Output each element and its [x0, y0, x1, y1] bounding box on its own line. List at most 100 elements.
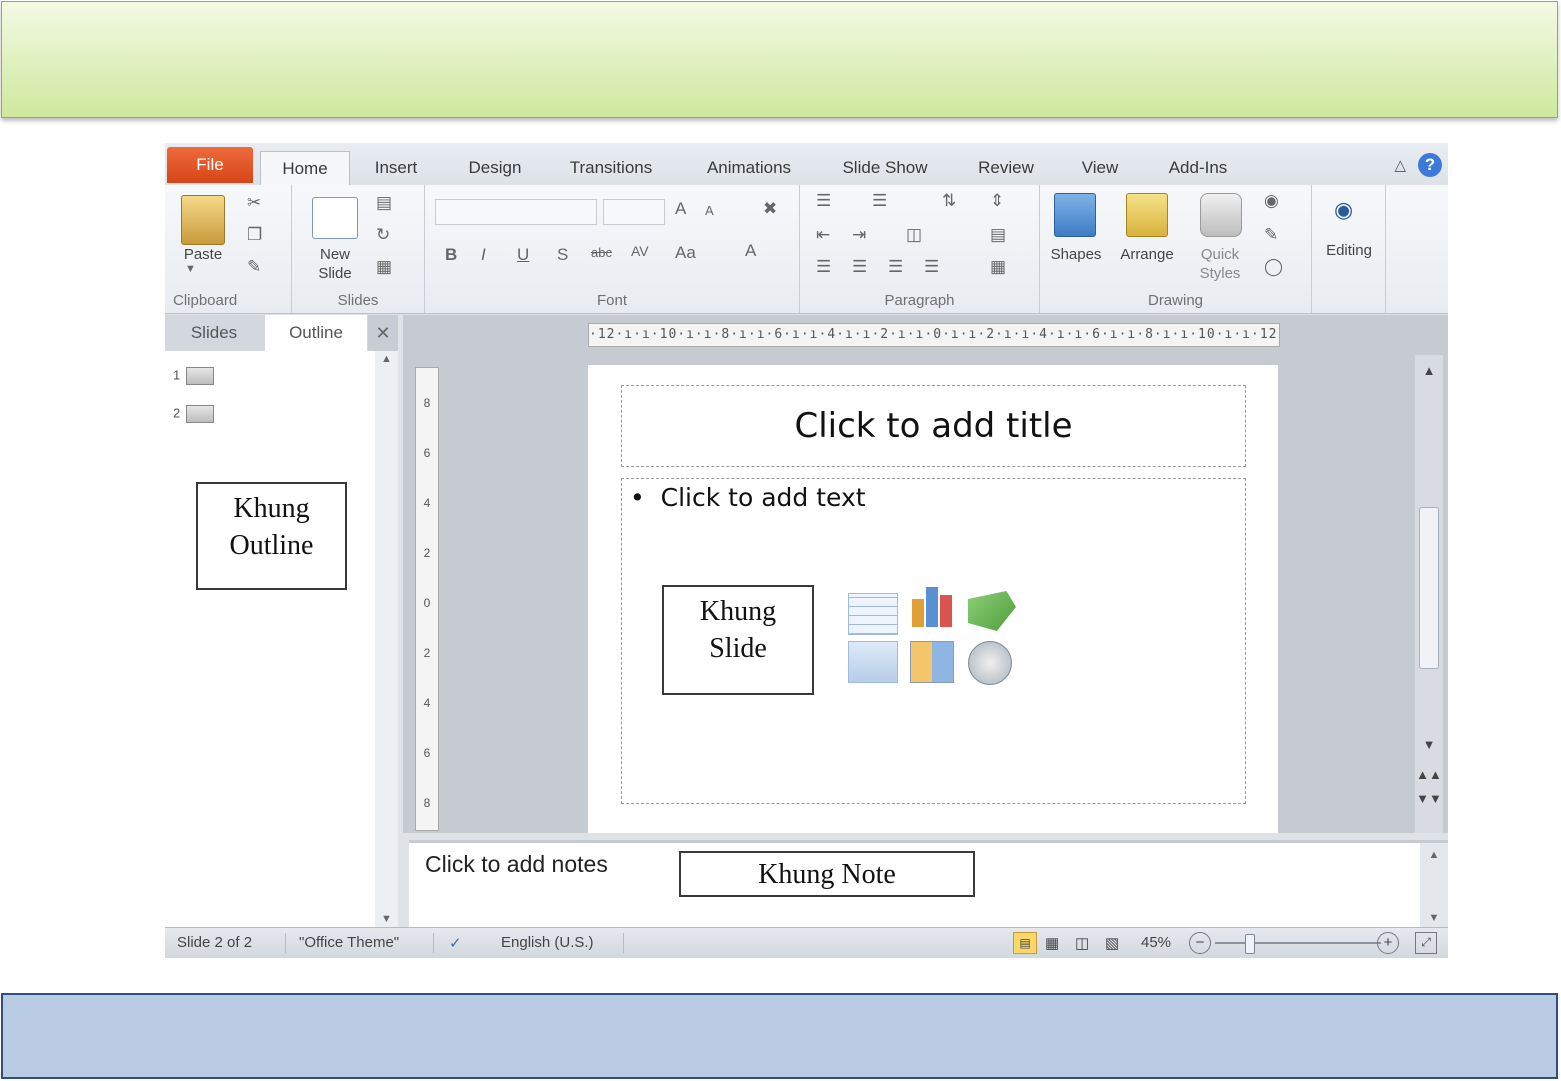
left-pane-scrollbar[interactable]: ▲ ▼ — [375, 351, 398, 927]
reset-icon[interactable]: ↻ — [376, 225, 390, 245]
tab-home[interactable]: Home — [260, 151, 350, 185]
reading-view-icon[interactable]: ◫ — [1075, 934, 1089, 952]
shapes-button[interactable]: Shapes — [1044, 245, 1108, 264]
insert-table-icon[interactable] — [848, 593, 898, 635]
increase-indent-icon[interactable]: ⇥ — [852, 225, 866, 245]
scroll-up-icon[interactable]: ▲ — [1420, 849, 1448, 861]
scroll-down-icon[interactable]: ▼ — [375, 913, 398, 925]
slide-canvas[interactable]: Click to add title • Click to add text K… — [588, 365, 1278, 833]
slide-sorter-icon[interactable]: ▦ — [1045, 934, 1059, 952]
next-slide-icon[interactable]: ▼▼ — [1415, 791, 1443, 806]
arrange-icon[interactable] — [1126, 193, 1168, 237]
shape-effects-icon[interactable]: ◯ — [1264, 257, 1283, 277]
italic-button[interactable]: I — [481, 245, 486, 265]
tab-review[interactable]: Review — [971, 151, 1041, 185]
notes-placeholder[interactable]: Click to add notes — [425, 851, 608, 878]
align-left-icon[interactable]: ☰ — [816, 257, 831, 277]
tab-file[interactable]: File — [167, 147, 253, 183]
cut-icon[interactable]: ✂ — [247, 193, 261, 213]
new-slide-icon[interactable] — [312, 197, 358, 239]
normal-view-icon[interactable]: ▤ — [1013, 932, 1037, 954]
line-spacing-icon[interactable]: ⇅ — [942, 191, 956, 211]
spell-check-icon[interactable]: ✓ — [449, 934, 462, 952]
editing-button[interactable]: Editing — [1316, 241, 1382, 260]
tab-view[interactable]: View — [1071, 151, 1129, 185]
new-slide-button-line2[interactable]: Slide — [304, 264, 366, 283]
tab-outline-pane[interactable]: Outline — [265, 315, 367, 351]
underline-button[interactable]: U — [517, 245, 529, 265]
notes-scrollbar[interactable]: ▲ ▼ — [1420, 843, 1448, 928]
paste-dropdown-icon[interactable]: ▼ — [185, 263, 196, 275]
smartart-icon[interactable]: ▦ — [990, 257, 1006, 277]
tab-insert[interactable]: Insert — [360, 151, 432, 185]
new-slide-button-line1[interactable]: New — [304, 245, 366, 264]
shape-outline-icon[interactable]: ✎ — [1264, 225, 1278, 245]
copy-icon[interactable]: ❐ — [247, 225, 262, 245]
insert-chart-icon[interactable] — [910, 587, 958, 627]
tab-animations[interactable]: Animations — [693, 151, 805, 185]
minimize-ribbon-icon[interactable]: △ — [1394, 156, 1406, 174]
tab-slides-pane[interactable]: Slides — [165, 315, 263, 351]
align-text-icon[interactable]: ▤ — [990, 225, 1006, 245]
insert-clipart-icon[interactable] — [910, 641, 954, 683]
decrease-indent-icon[interactable]: ⇤ — [816, 225, 830, 245]
font-name-combobox[interactable] — [435, 199, 597, 225]
scroll-thumb[interactable] — [1419, 507, 1439, 669]
strikethrough-button[interactable]: abc — [591, 245, 612, 260]
language-status[interactable]: English (U.S.) — [501, 934, 594, 951]
arrange-button[interactable]: Arrange — [1112, 245, 1182, 264]
numbering-icon[interactable]: ☰ — [872, 191, 887, 211]
tab-slide-show[interactable]: Slide Show — [833, 151, 937, 185]
insert-picture-icon[interactable] — [848, 641, 898, 683]
section-icon[interactable]: ▦ — [376, 257, 392, 277]
slide-show-icon[interactable]: ▧ — [1105, 934, 1119, 952]
binoculars-icon[interactable]: ◉ — [1334, 197, 1353, 223]
font-color-button[interactable]: A — [745, 241, 756, 261]
previous-slide-icon[interactable]: ▲▲ — [1415, 767, 1443, 782]
outline-item[interactable]: 2 — [173, 405, 214, 423]
quick-styles-icon[interactable] — [1200, 193, 1242, 237]
format-painter-icon[interactable]: ✎ — [247, 257, 261, 277]
insert-media-icon[interactable] — [968, 641, 1012, 685]
zoom-in-icon[interactable]: + — [1377, 932, 1399, 954]
scroll-up-icon[interactable]: ▲ — [1415, 363, 1443, 378]
slide-vertical-scrollbar[interactable]: ▲ ▼ ▲▲ ▼▼ — [1415, 355, 1443, 833]
scroll-down-icon[interactable]: ▼ — [1415, 737, 1443, 752]
grow-font-button[interactable]: A — [675, 199, 686, 219]
outline-item[interactable]: 1 — [173, 367, 214, 385]
character-spacing-button[interactable]: AV — [631, 243, 649, 259]
shape-fill-icon[interactable]: ◉ — [1264, 191, 1279, 211]
columns-icon[interactable]: ◫ — [906, 225, 922, 245]
justify-icon[interactable]: ☰ — [924, 257, 939, 277]
bullets-icon[interactable]: ☰ — [816, 191, 831, 211]
font-size-combobox[interactable] — [603, 199, 665, 225]
title-placeholder[interactable]: Click to add title — [621, 385, 1246, 467]
text-direction-icon[interactable]: ⇕ — [990, 191, 1004, 211]
clear-format-icon[interactable]: ✖ — [763, 199, 777, 219]
scroll-up-icon[interactable]: ▲ — [375, 353, 398, 365]
insert-smartart-icon[interactable] — [968, 591, 1016, 631]
paste-button[interactable]: Paste — [173, 245, 233, 264]
bold-button[interactable]: B — [445, 245, 457, 265]
shapes-icon[interactable] — [1054, 193, 1096, 237]
fit-to-window-icon[interactable]: ⤢ — [1415, 932, 1437, 954]
shrink-font-button[interactable]: A — [705, 203, 714, 218]
tab-design[interactable]: Design — [455, 151, 535, 185]
paste-icon[interactable] — [181, 195, 225, 245]
zoom-slider[interactable] — [1215, 942, 1381, 944]
align-right-icon[interactable]: ☰ — [888, 257, 903, 277]
quick-styles-line2[interactable]: Styles — [1190, 264, 1250, 283]
align-center-icon[interactable]: ☰ — [852, 257, 867, 277]
scroll-down-icon[interactable]: ▼ — [1420, 912, 1448, 924]
close-pane-icon[interactable]: ✕ — [368, 315, 398, 351]
layout-icon[interactable]: ▤ — [376, 193, 392, 213]
tab-add-ins[interactable]: Add-Ins — [1159, 151, 1237, 185]
tab-transitions[interactable]: Transitions — [559, 151, 663, 185]
help-icon[interactable]: ? — [1418, 153, 1442, 177]
zoom-level[interactable]: 45% — [1141, 934, 1171, 951]
change-case-button[interactable]: Aa — [675, 243, 696, 263]
text-shadow-button[interactable]: S — [557, 245, 568, 265]
zoom-out-icon[interactable]: − — [1189, 932, 1211, 954]
quick-styles-line1[interactable]: Quick — [1190, 245, 1250, 264]
zoom-slider-thumb[interactable] — [1245, 934, 1255, 954]
